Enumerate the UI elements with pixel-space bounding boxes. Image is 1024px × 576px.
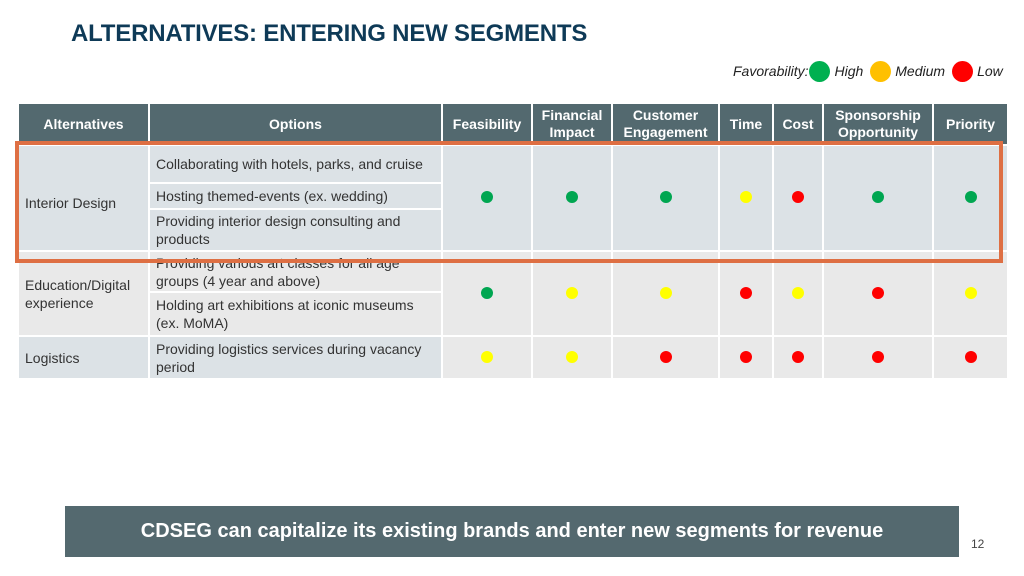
rating-priority (932, 144, 1009, 252)
legend-low-label: Low (977, 63, 1003, 79)
option-cell: Providing interior design consulting and… (148, 208, 443, 252)
rating-financial-impact (531, 335, 613, 380)
header-alternatives: Alternatives (17, 104, 150, 146)
option-cell: Hosting themed-events (ex. wedding) (148, 182, 443, 210)
rating-dot-icon (481, 350, 493, 363)
rating-time (718, 335, 774, 380)
rating-feasibility (441, 144, 533, 252)
rating-dot-icon (792, 191, 804, 203)
rating-dot-icon (566, 191, 578, 203)
page-title: ALTERNATIVES: ENTERING NEW SEGMENTS (71, 20, 588, 47)
legend-label: Favorability: (733, 63, 809, 79)
header-row: Alternatives Options Feasibility Financi… (17, 104, 1009, 146)
header-sponsorship-opportunity: Sponsorship Opportunity (822, 104, 934, 146)
alternative-cell: Interior Design (17, 144, 150, 252)
rating-financial-impact (531, 144, 613, 252)
table-row: Logistics Providing logistics services d… (17, 335, 1009, 380)
rating-dot-icon (659, 286, 672, 299)
rating-dot-icon (964, 191, 977, 203)
conclusion-text: CDSEG can capitalize its existing brands… (140, 520, 884, 542)
rating-dot-icon (659, 191, 672, 203)
option-cell: Providing logistics services during vaca… (148, 335, 443, 380)
rating-dot-icon (872, 286, 884, 299)
rating-time (718, 144, 774, 252)
option-cell: Holding art exhibitions at iconic museum… (148, 291, 443, 337)
rating-dot-icon (964, 350, 977, 363)
rating-dot-icon (792, 286, 804, 299)
rating-dot-icon (964, 286, 977, 299)
rating-sponsorship-opportunity (822, 144, 934, 252)
rating-dot-icon (481, 286, 493, 299)
rating-dot-icon (792, 350, 804, 363)
header-feasibility: Feasibility (441, 104, 533, 146)
favorability-legend: Favorability: High Medium Low (733, 60, 1009, 82)
low-dot-icon (952, 60, 974, 82)
rating-dot-icon (481, 191, 493, 203)
rating-dot-icon (872, 191, 884, 203)
rating-dot-icon (659, 350, 672, 363)
rating-cost (772, 144, 824, 252)
alternatives-table: Alternatives Options Feasibility Financi… (17, 104, 1009, 380)
option-cell: Providing various art classes for all ag… (148, 250, 443, 293)
rating-dot-icon (740, 191, 752, 203)
header-time: Time (718, 104, 774, 146)
rating-dot-icon (566, 286, 578, 299)
rating-sponsorship-opportunity (822, 335, 934, 380)
legend-medium-label: Medium (895, 63, 946, 79)
alternative-cell: Education/Digital experience (17, 250, 150, 337)
rating-dot-icon (740, 286, 752, 299)
conclusion-banner: CDSEG can capitalize its existing brands… (65, 506, 959, 557)
rating-priority (932, 250, 1009, 337)
rating-customer-engagement (611, 144, 720, 252)
header-options: Options (148, 104, 443, 146)
rating-feasibility (441, 250, 533, 337)
rating-dot-icon (740, 350, 752, 363)
rating-cost (772, 250, 824, 337)
table-row: Interior Design Collaborating with hotel… (17, 144, 1009, 252)
header-customer-engagement: Customer Engagement (611, 104, 720, 146)
legend-high-label: High (834, 63, 864, 79)
rating-dot-icon (566, 350, 578, 363)
rating-feasibility (441, 335, 533, 380)
rating-time (718, 250, 774, 337)
header-financial-impact: Financial Impact (531, 104, 613, 146)
rating-dot-icon (872, 350, 884, 363)
rating-cost (772, 335, 824, 380)
page-number: 12 (971, 537, 985, 551)
rating-financial-impact (531, 250, 613, 337)
rating-customer-engagement (611, 250, 720, 337)
high-dot-icon (809, 60, 831, 82)
header-priority: Priority (932, 104, 1009, 146)
rating-customer-engagement (611, 335, 720, 380)
table-row: Education/Digital experience Providing v… (17, 250, 1009, 337)
medium-dot-icon (870, 60, 892, 82)
option-cell: Collaborating with hotels, parks, and cr… (148, 144, 443, 184)
rating-sponsorship-opportunity (822, 250, 934, 337)
rating-priority (932, 335, 1009, 380)
alternative-cell: Logistics (17, 335, 150, 380)
header-cost: Cost (772, 104, 824, 146)
